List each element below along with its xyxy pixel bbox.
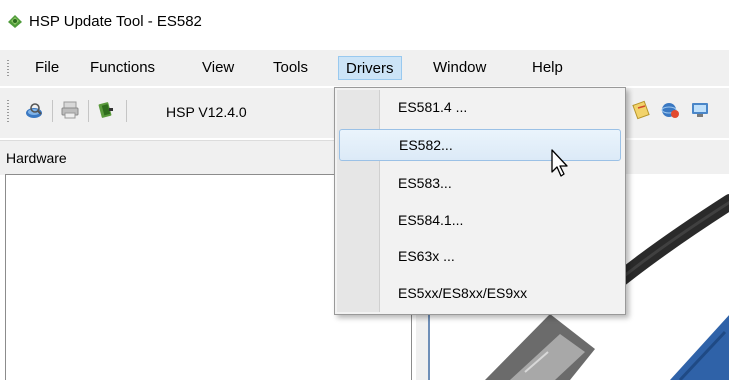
toolbar-separator: [52, 100, 53, 122]
driver-item-label: ES582...: [399, 137, 453, 153]
search-globe-icon[interactable]: [24, 100, 44, 120]
menu-bar: File Functions View Tools Drivers Window…: [0, 50, 729, 86]
menu-help[interactable]: Help: [525, 56, 570, 80]
driver-item-es5xx-es8xx-es9xx[interactable]: ES5xx/ES8xx/ES9xx: [339, 278, 621, 310]
globe-help-icon[interactable]: [660, 100, 680, 120]
menubar-grip[interactable]: [7, 60, 9, 76]
menu-file[interactable]: File: [28, 56, 66, 80]
toolbar-separator: [126, 100, 127, 122]
drivers-menu: ES581.4 ... ES582... ES583... ES584.1...…: [334, 87, 626, 315]
driver-item-es583[interactable]: ES583...: [339, 168, 621, 200]
menu-window[interactable]: Window: [426, 56, 493, 80]
window-title: HSP Update Tool - ES582: [29, 13, 202, 30]
menu-functions[interactable]: Functions: [83, 56, 162, 80]
driver-item-label: ES584.1...: [398, 212, 464, 228]
hsp-version-label: HSP V12.4.0: [166, 104, 247, 120]
driver-item-es582[interactable]: ES582...: [339, 129, 621, 161]
driver-item-label: ES5xx/ES8xx/ES9xx: [398, 285, 528, 301]
menu-drivers[interactable]: Drivers: [338, 56, 402, 80]
driver-item-es581-4[interactable]: ES581.4 ...: [339, 92, 621, 124]
hardware-panel-title: Hardware: [6, 150, 67, 166]
driver-item-es63x[interactable]: ES63x ...: [339, 241, 621, 273]
network-icon[interactable]: [690, 100, 710, 120]
toolbar-grip[interactable]: [7, 100, 9, 122]
title-bar: HSP Update Tool - ES582: [0, 0, 729, 44]
app-icon: [8, 15, 22, 28]
mouse-cursor-icon: [551, 149, 568, 177]
hardware-icon[interactable]: [96, 100, 116, 120]
menu-tools[interactable]: Tools: [266, 56, 315, 80]
toolbar-separator: [88, 100, 89, 122]
driver-item-label: ES63x ...: [398, 248, 455, 264]
notes-icon[interactable]: [632, 100, 652, 120]
menu-view[interactable]: View: [195, 56, 241, 80]
printer-icon[interactable]: [60, 100, 80, 120]
driver-item-label: ES581.4 ...: [398, 99, 468, 115]
driver-item-es584-1[interactable]: ES584.1...: [339, 205, 621, 237]
driver-item-label: ES583...: [398, 175, 452, 191]
